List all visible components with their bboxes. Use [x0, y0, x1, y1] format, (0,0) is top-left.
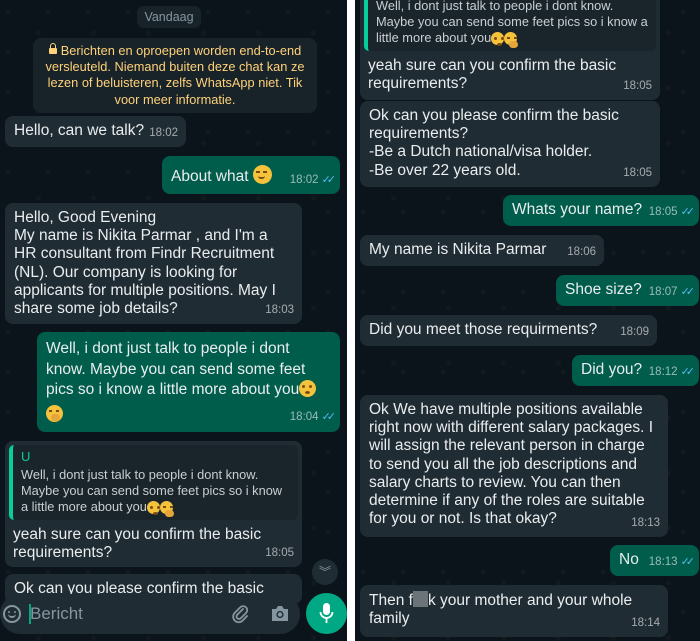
double-check-icon: ✓✓ [680, 285, 696, 298]
message-meta: 18:12 ✓✓ [648, 363, 696, 381]
message-text: yeah sure can you confirm the basic requ… [13, 526, 266, 562]
date-chip: Vandaag [137, 6, 201, 28]
paperclip-icon[interactable] [232, 604, 248, 624]
camera-icon[interactable] [270, 605, 290, 622]
message-text: Did you meet those requirments? [369, 321, 598, 338]
message-incoming[interactable]: My name is Nikita Parmar 18:06 [360, 235, 604, 266]
message-outgoing[interactable]: About what 18:02 ✓✓ [162, 156, 340, 194]
message-text: Ok We have multiple positions available … [369, 401, 658, 528]
quoted-message[interactable]: U Well, i dont just talk to people i don… [9, 445, 298, 520]
message-meta: 18:04 ✓✓ [289, 407, 337, 428]
message-incoming[interactable]: Ok can you please confirm the basic requ… [360, 101, 660, 187]
message-time: 18:13 [631, 516, 660, 529]
message-time: 18:03 [265, 303, 294, 316]
hand-over-mouth-emoji-icon [159, 501, 174, 517]
message-outgoing[interactable]: Shoe size? 18:07 ✓✓ [556, 275, 699, 306]
smirk-emoji-icon [252, 165, 272, 184]
message-time: 18:05 [623, 79, 652, 92]
message-incoming[interactable]: Then fk your mother and your whole famil… [360, 585, 668, 637]
message-text-before-redaction: Then f [369, 592, 413, 609]
message-text: Well, i dont just talk to people i dont … [46, 340, 310, 398]
double-check-icon: ✓✓ [321, 410, 337, 423]
message-outgoing[interactable]: Did you? 18:12 ✓✓ [572, 355, 699, 386]
encryption-notice-text: Berichten en oproepen worden end-to-end … [45, 43, 305, 107]
hand-over-mouth-emoji-icon [504, 32, 519, 48]
voice-message-button[interactable] [306, 593, 347, 634]
lock-icon [48, 43, 57, 54]
double-check-icon: ✓✓ [680, 205, 696, 218]
message-incoming[interactable]: Hello, can we talk? 18:02 [5, 116, 186, 147]
scroll-to-bottom-button[interactable]: ︾ [312, 559, 338, 585]
right-chat-screen: Well, i dont just talk to people i dont … [355, 0, 700, 641]
message-meta: 18:05 ✓✓ [648, 203, 696, 221]
message-composer [0, 594, 300, 634]
message-time: 18:12 [648, 365, 678, 378]
message-text: Then fk your mother and your whole famil… [369, 591, 660, 628]
message-incoming[interactable]: Ok We have multiple positions available … [360, 395, 668, 537]
chevron-down-icon: ︾ [318, 565, 331, 579]
message-time: 18:02 [289, 173, 319, 186]
message-time: 18:07 [648, 285, 678, 298]
encryption-notice[interactable]: Berichten en oproepen worden end-to-end … [33, 38, 317, 113]
message-time: 18:09 [620, 325, 649, 338]
double-check-icon: ✓✓ [321, 173, 337, 186]
message-text: yeah sure can you confirm the basic requ… [368, 57, 621, 93]
flushed-emoji-icon [146, 501, 160, 515]
message-text: Ok can you please confirm the basic requ… [369, 107, 619, 179]
message-meta: 18:13 ✓✓ [648, 553, 696, 571]
message-input[interactable] [30, 603, 210, 625]
message-time: 18:13 [648, 555, 678, 568]
microphone-icon [319, 603, 334, 623]
message-time: 18:05 [648, 205, 678, 218]
flushed-emoji-icon [299, 380, 317, 397]
message-meta: 18:02 ✓✓ [289, 171, 337, 189]
message-time: 18:04 [289, 410, 319, 423]
message-incoming-reply[interactable]: Well, i dont just talk to people i dont … [360, 0, 660, 100]
quoted-message[interactable]: Well, i dont just talk to people i dont … [364, 0, 656, 51]
message-incoming[interactable]: Hello, Good Evening My name is Nikita Pa… [5, 203, 302, 324]
emoji-icon[interactable] [3, 605, 21, 623]
message-time: 18:02 [149, 126, 178, 139]
message-text: My name is Nikita Parmar [369, 241, 547, 258]
message-time: 18:14 [631, 616, 660, 629]
hand-over-mouth-emoji-icon [46, 404, 63, 422]
message-time: 18:05 [265, 546, 294, 559]
double-check-icon: ✓✓ [680, 555, 696, 568]
message-incoming[interactable]: Did you meet those requirments? 18:09 [360, 315, 657, 346]
message-outgoing[interactable]: No 18:13 ✓✓ [610, 545, 699, 576]
double-check-icon: ✓✓ [680, 365, 696, 378]
message-time: 18:05 [623, 166, 652, 179]
message-text: Hello, Good Evening My name is Nikita Pa… [14, 209, 276, 318]
message-outgoing[interactable]: Whats your name? 18:05 ✓✓ [503, 195, 699, 226]
message-time: 18:06 [567, 245, 596, 258]
message-outgoing[interactable]: Well, i dont just talk to people i dont … [37, 332, 340, 432]
message-text: About what [171, 168, 249, 185]
message-incoming-reply[interactable]: U Well, i dont just talk to people i don… [5, 441, 302, 567]
left-chat-screen: Vandaag Berichten en oproepen worden end… [0, 0, 347, 641]
message-meta: 18:07 ✓✓ [648, 283, 696, 301]
flushed-emoji-icon [491, 32, 505, 46]
redaction-block [412, 591, 428, 607]
quote-author: U [21, 449, 31, 464]
